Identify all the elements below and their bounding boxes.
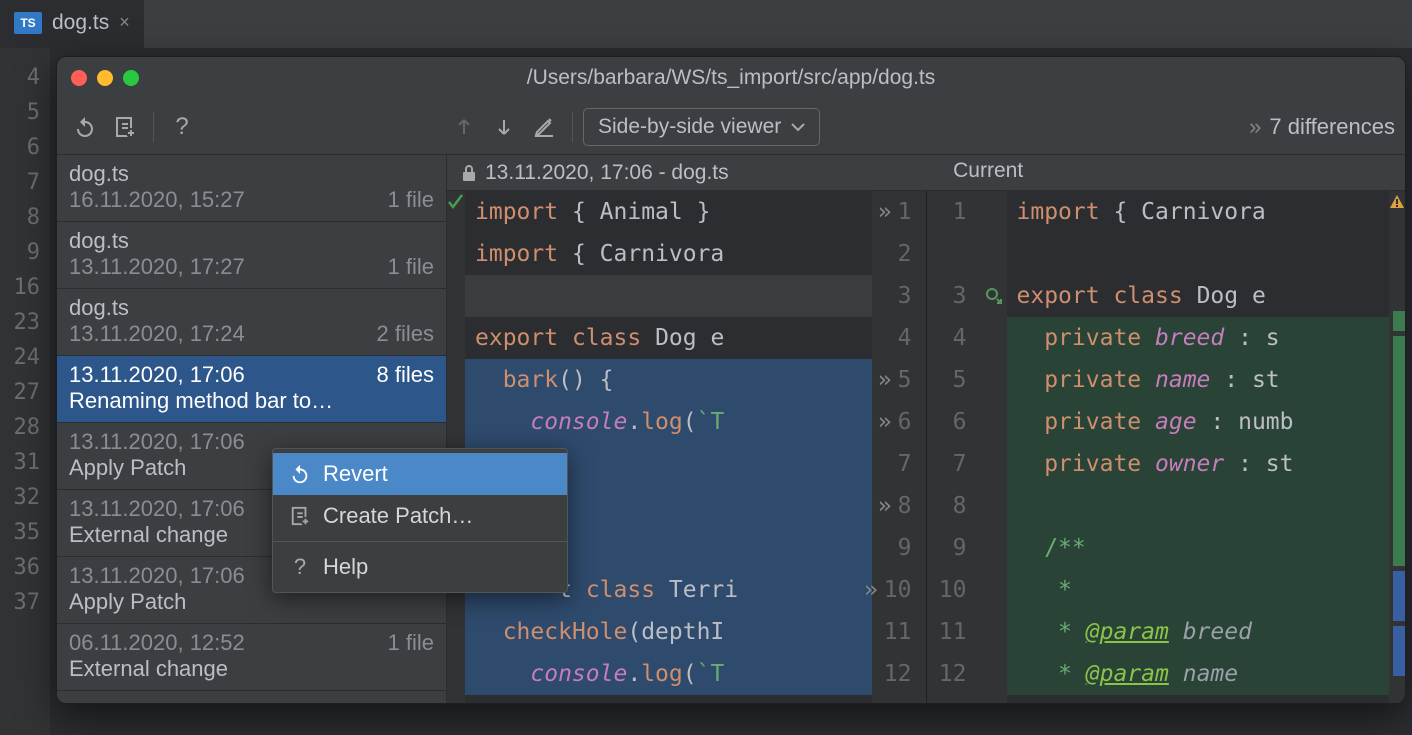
typescript-file-icon: TS [14,12,42,34]
right-marker-strip [1389,191,1405,703]
view-mode-label: Side-by-side viewer [598,115,781,139]
help-icon: ? [289,554,311,580]
window-title: /Users/barbara/WS/ts_import/src/app/dog.… [57,66,1405,90]
checkmark-icon [447,193,465,211]
view-mode-dropdown[interactable]: Side-by-side viewer [583,108,820,146]
diff-count: » 7 differences [1249,114,1395,140]
next-diff-button[interactable] [486,109,522,145]
history-list[interactable]: dog.ts 16.11.2020, 15:271 filedog.ts 13.… [57,155,447,703]
history-item[interactable]: 06.11.2020, 12:521 file External change [57,624,446,691]
editor-tab-filename: dog.ts [52,11,109,35]
history-item[interactable]: dog.ts 16.11.2020, 15:271 file [57,155,446,222]
menu-item-revert[interactable]: Revert [273,453,567,495]
revert-button[interactable] [67,109,103,145]
menu-item-help[interactable]: ? Help [273,546,567,588]
patch-icon [289,506,311,526]
editor-tab-bar: TS dog.ts × [0,0,1412,48]
local-history-diff-window: /Users/barbara/WS/ts_import/src/app/dog.… [56,56,1406,704]
diff-pane-left[interactable]: import { Animal }import { Carnivoraexpor… [447,191,927,703]
help-button[interactable]: ? [164,109,200,145]
editor-tab-active[interactable]: TS dog.ts × [0,0,144,48]
diff-pane-right[interactable]: 13456789101112 import { Carnivoraexport … [927,191,1406,703]
diff-toolbar: ? Side-by-side viewer » 7 differences [57,99,1405,155]
history-item[interactable]: dog.ts 13.11.2020, 17:271 file [57,222,446,289]
create-patch-button[interactable] [107,109,143,145]
prev-diff-button[interactable] [446,109,482,145]
history-context-menu: Revert Create Patch… ? Help [272,448,568,593]
host-editor-gutter: 45678916232427283132353637 [0,48,50,735]
window-title-bar: /Users/barbara/WS/ts_import/src/app/dog.… [57,57,1405,99]
diff-header-right: Current [931,155,1405,190]
revert-icon [289,463,311,485]
toolbar-separator [572,112,573,142]
history-item[interactable]: dog.ts 13.11.2020, 17:242 files [57,289,446,356]
menu-item-create-patch[interactable]: Create Patch… [273,495,567,537]
history-item[interactable]: 13.11.2020, 17:068 files Renaming method… [57,356,446,423]
close-icon[interactable]: × [119,12,130,33]
diff-area: 13.11.2020, 17:06 - dog.ts Current impor… [447,155,1405,703]
toolbar-separator [153,112,154,142]
diff-header-left: 13.11.2020, 17:06 - dog.ts [447,155,931,190]
menu-separator [273,541,567,542]
warning-icon [1389,193,1405,211]
edit-button[interactable] [526,109,562,145]
chevron-down-icon [791,122,805,132]
lock-icon [461,164,477,182]
